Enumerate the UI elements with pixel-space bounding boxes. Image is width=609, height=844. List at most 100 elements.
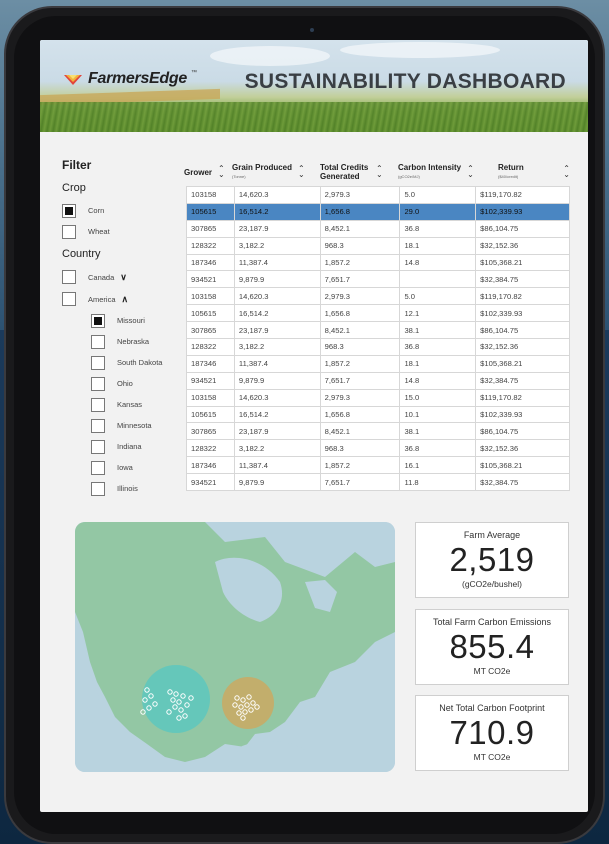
table-row[interactable]: 105615 16,514.2 1,656.8 12.1 $102,339.93: [186, 304, 570, 323]
table-row[interactable]: 105615 16,514.2 1,656.8 29.0 $102,339.93: [186, 202, 570, 221]
chevron-up-icon[interactable]: ∧: [122, 294, 129, 305]
stat-unit: (gCO2e/bushel): [461, 579, 522, 589]
table-cell: 8,452.1: [319, 219, 401, 238]
filter-option[interactable]: Iowa: [62, 457, 192, 478]
sort-icon[interactable]: ⌃ ⌄: [467, 165, 474, 179]
filter-option[interactable]: Minnesota: [62, 415, 192, 436]
table-cell: 7,651.7: [319, 473, 401, 492]
checkbox[interactable]: [91, 481, 105, 496]
table-cell: $32,152.36: [475, 236, 570, 255]
chevron-down-icon[interactable]: ∨: [120, 272, 127, 283]
column-header-total-credits[interactable]: Total Credits Generated ⌃ ⌄: [320, 158, 398, 186]
filter-option-label: Canada: [88, 272, 115, 282]
table-row[interactable]: 128322 3,182.2 968.3 36.8 $32,152.36: [186, 439, 570, 458]
column-header-grower[interactable]: Grower ⌃ ⌄: [184, 158, 232, 186]
table-cell: $32,152.36: [475, 439, 570, 458]
table-cell: 23,187.9: [233, 422, 321, 441]
filter-option[interactable]: Illinois: [62, 478, 192, 499]
filter-option[interactable]: South Dakota: [62, 352, 192, 373]
filter-option[interactable]: America ∧: [62, 288, 192, 310]
checkbox[interactable]: [62, 270, 76, 284]
table-row[interactable]: 105615 16,514.2 1,656.8 10.1 $102,339.93: [186, 405, 570, 424]
table-cell: 10.1: [399, 405, 477, 424]
column-label: Return ($40/credit): [498, 163, 524, 181]
filter-option[interactable]: Ohio: [62, 373, 192, 394]
sort-icon[interactable]: ⌃ ⌄: [298, 165, 305, 179]
trademark-symbol: ™: [190, 70, 197, 76]
table-cell: 968.3: [319, 338, 401, 356]
table-cell: 9,879.9: [233, 371, 321, 390]
table-cell: $102,339.93: [475, 304, 570, 323]
filter-option[interactable]: Wheat: [62, 221, 192, 242]
filter-option-label: Wheat: [88, 227, 110, 236]
brand-logo[interactable]: FarmersEdge ™: [62, 70, 197, 88]
sort-icon[interactable]: ⌃ ⌄: [218, 165, 225, 179]
table-cell: 307865: [186, 219, 235, 238]
filter-option[interactable]: Indiana: [62, 436, 192, 457]
filter-option-label: America: [88, 294, 116, 304]
table-row[interactable]: 934521 9,879.9 7,651.7 $32,384.75: [186, 270, 570, 289]
checkbox[interactable]: [91, 313, 105, 328]
table-cell: 11.8: [399, 473, 477, 492]
checkbox[interactable]: [91, 418, 105, 433]
filter-option[interactable]: Corn: [62, 200, 192, 221]
table-cell: 1,656.8: [319, 202, 401, 221]
table-cell: 16.1: [399, 456, 477, 475]
column-label: Grain Produced (Tonne): [232, 163, 292, 181]
table-row[interactable]: 128322 3,182.2 968.3 18.1 $32,152.36: [186, 236, 570, 255]
sort-icon[interactable]: ⌃ ⌄: [376, 165, 383, 179]
table-row[interactable]: 307865 23,187.9 8,452.1 36.8 $86,104.75: [186, 219, 570, 238]
table-cell: 14.8: [399, 371, 477, 390]
checkbox[interactable]: [62, 292, 76, 306]
column-label: Total Credits Generated: [320, 163, 369, 181]
table-cell: 36.8: [399, 338, 477, 356]
table-cell: 968.3: [319, 236, 401, 255]
country-heading: Country: [62, 248, 101, 260]
table-row[interactable]: 103158 14,620.3 2,979.3 5.0 $119,170.82: [186, 287, 570, 306]
table-row[interactable]: 187346 11,387.4 1,857.2 14.8 $105,368.21: [186, 253, 570, 272]
table-row[interactable]: 103158 14,620.3 2,979.3 15.0 $119,170.82: [186, 388, 570, 407]
table-row[interactable]: 934521 9,879.9 7,651.7 11.8 $32,384.75: [186, 473, 570, 492]
table-row[interactable]: 187346 11,387.4 1,857.2 18.1 $105,368.21: [186, 354, 570, 373]
stat-card-net-footprint: Net Total Carbon Footprint 710.9 MT CO2e: [415, 695, 569, 771]
filter-option[interactable]: Canada ∨: [62, 266, 192, 288]
table-cell: 187346: [186, 354, 235, 373]
column-header-grain-produced[interactable]: Grain Produced (Tonne) ⌃ ⌄: [232, 158, 320, 186]
checkbox[interactable]: [91, 334, 105, 349]
table-cell: $32,384.75: [475, 473, 570, 492]
sort-icon[interactable]: ⌃ ⌄: [563, 165, 570, 179]
checkbox[interactable]: [91, 460, 105, 475]
column-header-return[interactable]: Return ($40/credit) ⌃ ⌄: [488, 158, 570, 186]
table-body: 103158 14,620.3 2,979.3 5.0 $119,170.82 10561…: [186, 186, 570, 492]
table-row[interactable]: 934521 9,879.9 7,651.7 14.8 $32,384.75: [186, 371, 570, 390]
table-row[interactable]: 103158 14,620.3 2,979.3 5.0 $119,170.82: [186, 186, 570, 204]
table-row[interactable]: 128322 3,182.2 968.3 36.8 $32,152.36: [186, 338, 570, 356]
filter-option[interactable]: Kansas: [62, 394, 192, 415]
table-cell: 38.1: [399, 422, 477, 441]
map-view[interactable]: [75, 522, 395, 772]
table-cell: 38.1: [399, 321, 477, 340]
filter-option[interactable]: Nebraska: [62, 331, 192, 352]
table-header: Grower ⌃ ⌄ Grain Produced (Tonne) ⌃ ⌄ Total…: [184, 158, 570, 186]
checkbox[interactable]: [62, 203, 76, 218]
farmersedge-logo-icon: [64, 75, 82, 85]
table-cell: 187346: [186, 456, 235, 475]
table-cell: $86,104.75: [475, 219, 570, 238]
cloud-decoration: [340, 42, 500, 58]
filter-option[interactable]: Missouri: [62, 310, 192, 331]
checkbox[interactable]: [91, 376, 105, 391]
stat-card-farm-average: Farm Average 2,519 (gCO2e/bushel): [415, 522, 569, 598]
country-list: Canada ∨ America ∧ Missouri Nebraska South Dak…: [62, 266, 192, 499]
stat-unit: MT CO2e: [473, 666, 511, 676]
checkbox[interactable]: [91, 355, 105, 370]
checkbox[interactable]: [91, 439, 105, 454]
filter-option-label: Kansas: [117, 400, 143, 409]
crop-rows: [40, 102, 588, 132]
table-row[interactable]: 307865 23,187.9 8,452.1 38.1 $86,104.75: [186, 422, 570, 441]
table-row[interactable]: 307865 23,187.9 8,452.1 38.1 $86,104.75: [186, 321, 570, 340]
table-cell: 29.0: [399, 202, 477, 221]
checkbox[interactable]: [91, 397, 105, 412]
column-header-carbon-intensity[interactable]: Carbon Intensity (gCO2e/MJ) ⌃ ⌄: [398, 158, 488, 186]
table-row[interactable]: 187346 11,387.4 1,857.2 16.1 $105,368.21: [186, 456, 570, 475]
checkbox[interactable]: [62, 224, 76, 239]
